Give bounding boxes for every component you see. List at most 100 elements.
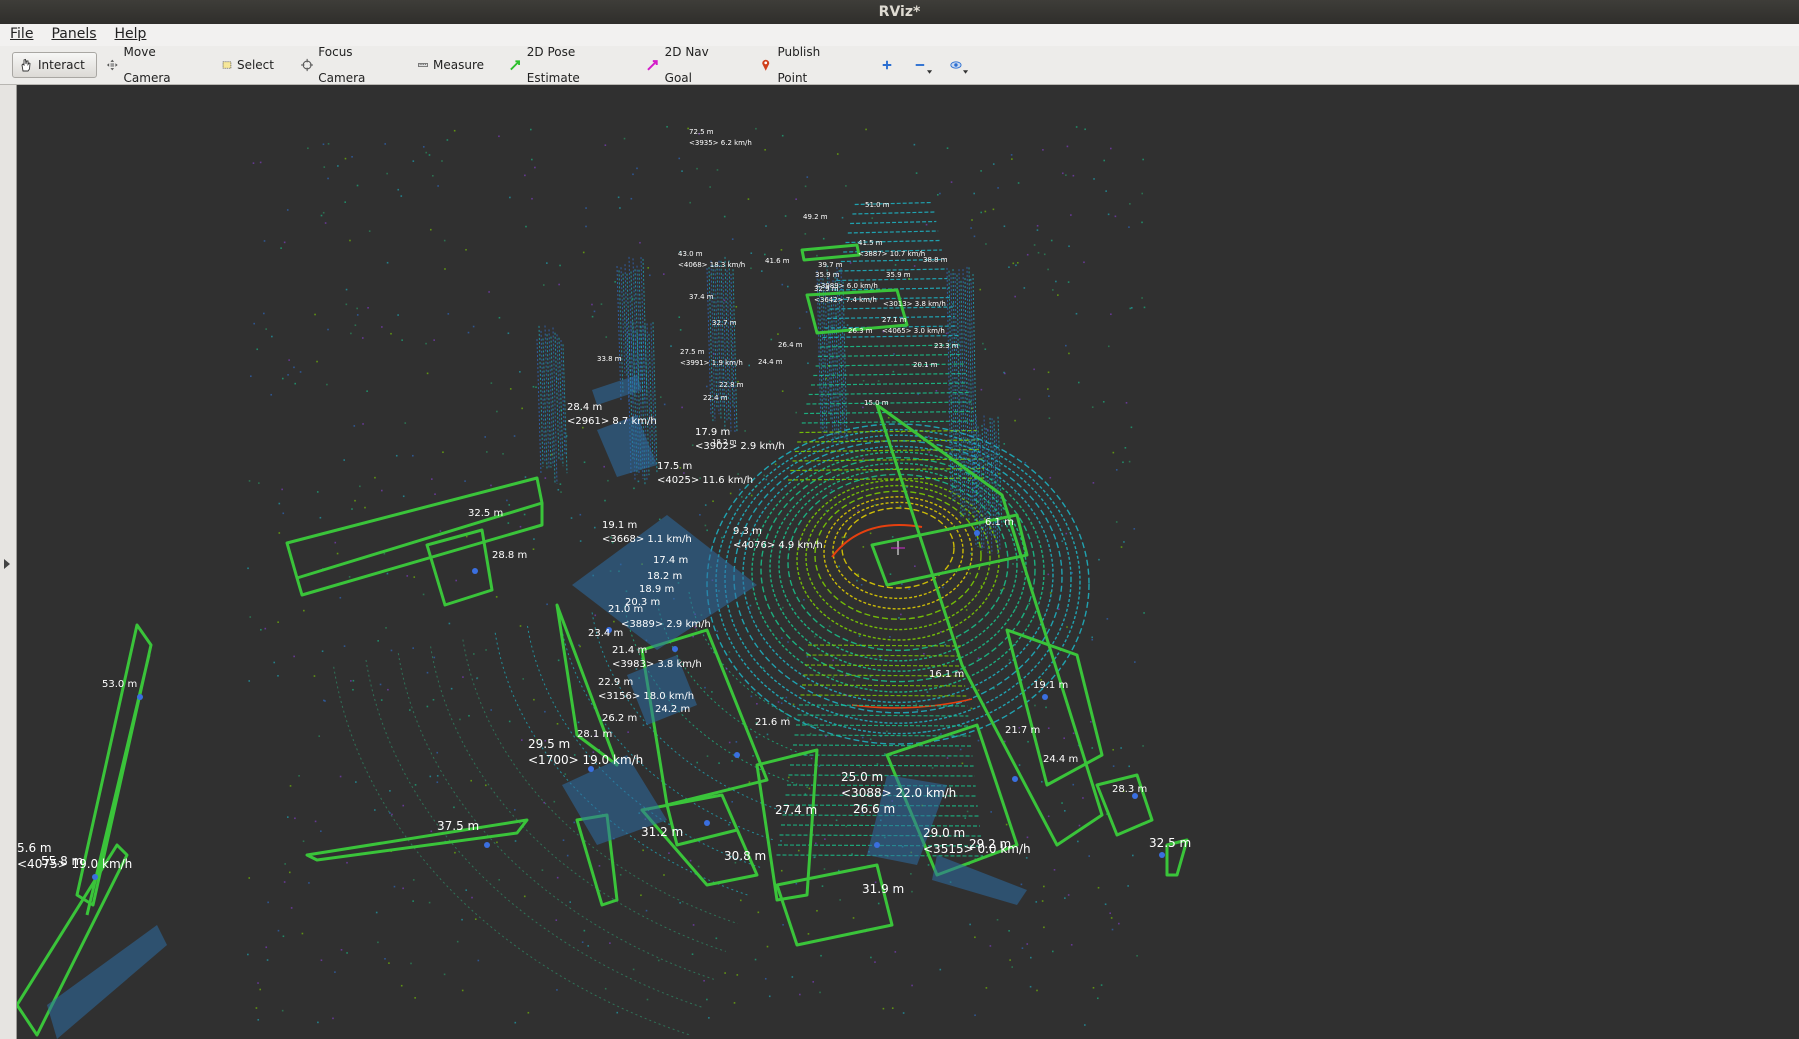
lidar-point bbox=[301, 932, 304, 935]
lidar-point bbox=[486, 451, 488, 453]
lidar-point bbox=[911, 890, 913, 893]
lidar-point bbox=[277, 929, 280, 932]
lidar-point bbox=[356, 184, 359, 187]
expand-panel-arrow-icon[interactable] bbox=[4, 559, 10, 569]
object-centroid bbox=[484, 842, 490, 848]
object-id-speed-label: <4068> 18.3 km/h bbox=[678, 261, 745, 269]
remove-tool-button[interactable] bbox=[908, 52, 938, 78]
menu-panels[interactable]: Panels bbox=[41, 24, 104, 42]
lidar-point bbox=[591, 315, 594, 318]
lidar-point bbox=[259, 161, 262, 164]
lidar-point bbox=[314, 820, 317, 823]
lidar-point bbox=[498, 316, 501, 319]
lidar-point bbox=[339, 775, 342, 778]
lidar-point bbox=[389, 812, 391, 814]
lidar-point bbox=[447, 313, 450, 315]
lidar-point bbox=[430, 830, 433, 833]
lidar-point bbox=[286, 209, 289, 211]
lidar-point bbox=[513, 808, 516, 811]
lidar-point bbox=[970, 227, 972, 229]
lidar-point bbox=[513, 435, 516, 437]
lidar-point bbox=[278, 502, 281, 505]
lidar-point bbox=[1141, 297, 1143, 299]
lidar-point bbox=[662, 273, 665, 275]
lidar-point bbox=[429, 775, 432, 778]
lidar-point bbox=[718, 762, 720, 764]
lidar-point bbox=[1102, 400, 1105, 403]
lidar-point bbox=[865, 128, 867, 131]
publish-point-tool-button[interactable]: Publish Point bbox=[753, 45, 857, 85]
lidar-point bbox=[871, 217, 874, 219]
lidar-point bbox=[892, 370, 895, 373]
object-distance-label: 23.3 m bbox=[934, 342, 959, 350]
lidar-column bbox=[618, 270, 624, 393]
camera-type-button[interactable] bbox=[944, 52, 974, 78]
lidar-point bbox=[1051, 950, 1054, 953]
lidar-point bbox=[350, 332, 352, 335]
lidar-point bbox=[744, 430, 746, 432]
lidar-point bbox=[1072, 174, 1075, 177]
lidar-point bbox=[860, 584, 863, 586]
lidar-point bbox=[367, 306, 369, 309]
2d-pose-estimate-tool-button[interactable]: 2D Pose Estimate bbox=[503, 45, 629, 85]
interact-tool-button[interactable]: Interact bbox=[12, 52, 97, 78]
lidar-point bbox=[869, 675, 872, 678]
lidar-point bbox=[585, 225, 587, 228]
lidar-point bbox=[841, 536, 844, 539]
lidar-point bbox=[422, 593, 425, 596]
lidar-point bbox=[927, 864, 930, 866]
lidar-point bbox=[293, 366, 295, 369]
lidar-point bbox=[787, 776, 790, 779]
lidar-point bbox=[1028, 602, 1031, 605]
lidar-point bbox=[893, 353, 895, 355]
lidar-point bbox=[428, 901, 431, 904]
menu-file[interactable]: File bbox=[0, 24, 41, 42]
object-distance-label: 28.4 m bbox=[567, 402, 602, 413]
lidar-point bbox=[434, 493, 436, 496]
lidar-point bbox=[351, 155, 353, 158]
lidar-point bbox=[1026, 943, 1029, 945]
lidar-point bbox=[728, 823, 730, 826]
lidar-point bbox=[553, 800, 556, 803]
object-distance-label: 19.1 m bbox=[602, 520, 637, 531]
object-centroid bbox=[472, 568, 478, 574]
lidar-point bbox=[997, 187, 999, 189]
lidar-point bbox=[425, 151, 428, 154]
move-camera-tool-button[interactable]: Move Camera bbox=[100, 45, 204, 85]
point-cloud-scene[interactable]: 72.5 m <3935> 6.2 km/h 49.2 m 51.0 m 41.5 m <… bbox=[17, 85, 1799, 1039]
lidar-point bbox=[1036, 229, 1039, 231]
add-tool-button[interactable] bbox=[875, 52, 899, 78]
measure-tool-button[interactable]: Measure bbox=[412, 52, 490, 78]
lidar-point bbox=[996, 918, 999, 921]
object-distance-label: 25.0 m bbox=[841, 770, 883, 784]
select-tool-button[interactable]: Select bbox=[216, 52, 280, 78]
object-distance-label: 55.8 m bbox=[41, 854, 83, 868]
lidar-point bbox=[257, 1019, 260, 1021]
lidar-point bbox=[324, 700, 326, 702]
lidar-point bbox=[432, 174, 434, 177]
lidar-point bbox=[1017, 182, 1020, 184]
lidar-point bbox=[265, 328, 267, 330]
lidar-point bbox=[913, 265, 916, 267]
lidar-point bbox=[997, 472, 1000, 475]
lidar-point bbox=[523, 895, 526, 898]
lidar-point bbox=[1033, 244, 1036, 246]
lidar-point bbox=[1109, 912, 1112, 915]
lidar-point bbox=[721, 536, 723, 539]
object-distance-label: 35.9 m bbox=[815, 271, 840, 279]
lidar-point bbox=[1052, 289, 1054, 291]
object-distance-label: 43.0 m bbox=[678, 250, 703, 258]
object-distance-label: 22.4 m bbox=[703, 394, 728, 402]
scan-line bbox=[792, 744, 972, 747]
lidar-point bbox=[797, 849, 800, 852]
2d-nav-goal-tool-button[interactable]: 2D Nav Goal bbox=[640, 45, 744, 85]
lidar-point bbox=[857, 573, 859, 576]
lidar-point bbox=[770, 338, 773, 341]
lidar-point bbox=[844, 674, 847, 677]
lidar-point bbox=[1012, 563, 1014, 565]
3d-viewport[interactable]: 72.5 m <3935> 6.2 km/h 49.2 m 51.0 m 41.5 m <… bbox=[17, 85, 1799, 1039]
lidar-point bbox=[386, 261, 389, 264]
bounding-box bbox=[775, 863, 894, 947]
lidar-point bbox=[583, 929, 586, 932]
focus-camera-tool-button[interactable]: Focus Camera bbox=[295, 45, 399, 85]
